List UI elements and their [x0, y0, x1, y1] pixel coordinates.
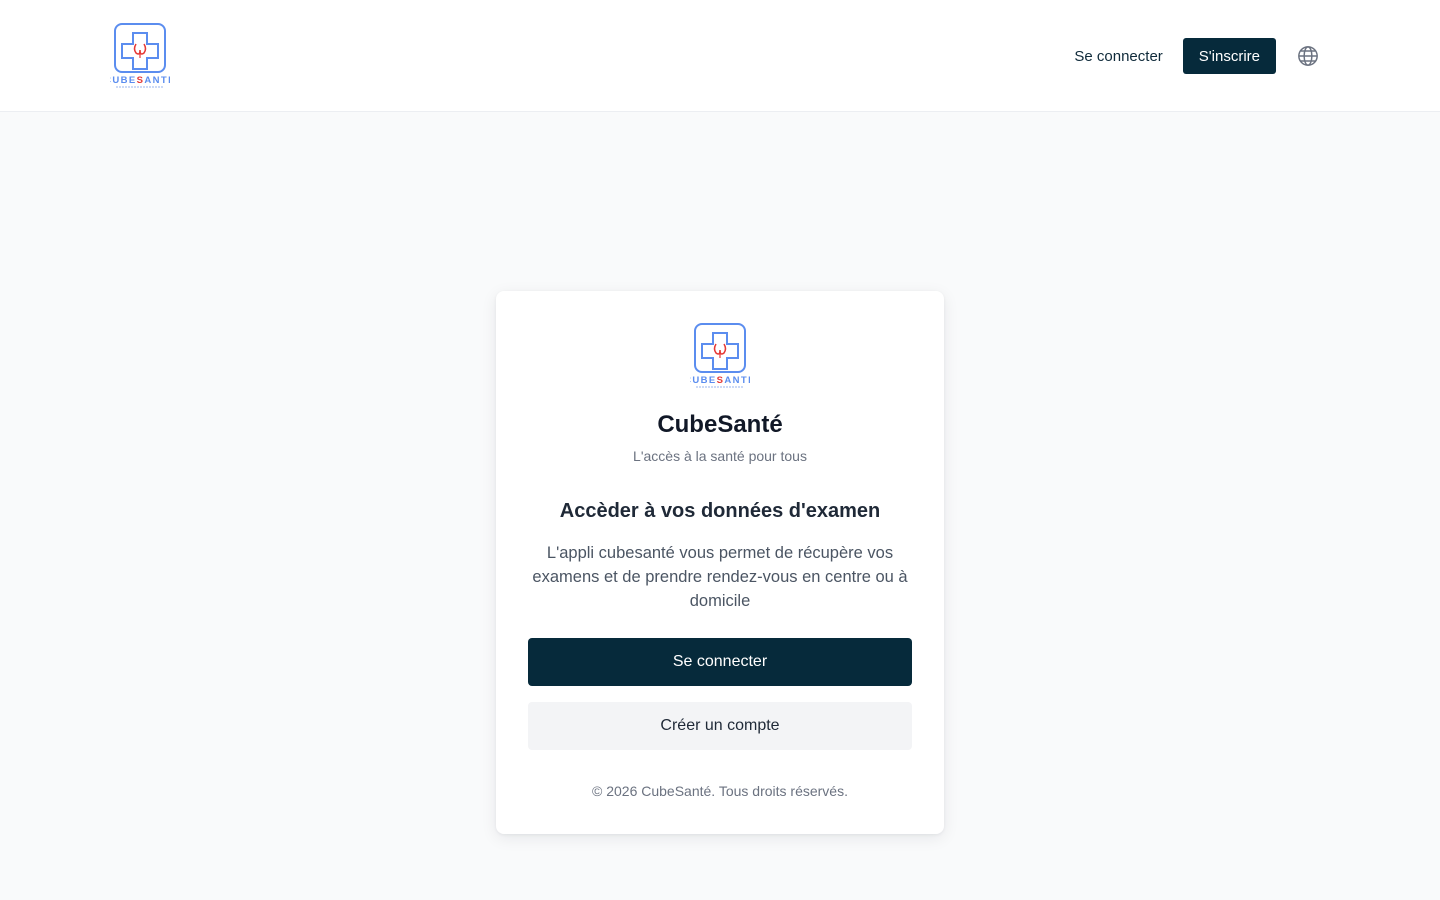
logo-wordmark-part1: CUBE [690, 375, 717, 386]
copyright-footer: © 2026 CubeSanté. Tous droits réservés. [592, 783, 848, 799]
globe-icon[interactable] [1296, 44, 1320, 68]
create-account-button[interactable]: Créer un compte [528, 702, 912, 750]
header-signup-button[interactable]: S'inscrire [1182, 38, 1276, 74]
top-header: CUBESANTÉ Se connecter S'inscrire [0, 0, 1440, 112]
brand-title: CubeSanté [657, 411, 783, 438]
logo-wordmark-part1: CUBE [110, 75, 137, 86]
card-headline: Accèder à vos données d'examen [559, 500, 881, 522]
top-nav: Se connecter S'inscrire [1074, 38, 1320, 74]
svg-text:CUBESANTÉ: CUBESANTÉ [110, 75, 170, 86]
logo-wordmark-mid: S [717, 375, 725, 386]
logo-wordmark-part2: ANTÉ [724, 375, 750, 386]
card-description: L'appli cubesanté vous permet de récupèr… [532, 544, 908, 610]
login-button[interactable]: Se connecter [528, 638, 912, 686]
card-logo: CUBESANTÉ [684, 322, 754, 390]
header-login-link[interactable]: Se connecter [1074, 48, 1162, 65]
logo-wordmark-mid: S [137, 75, 145, 86]
logo-wordmark-part2: ANTÉ [144, 75, 170, 86]
medical-cross-logo-icon: CUBESANTÉ [684, 323, 754, 388]
brand-tagline: L'accès à la santé pour tous [633, 448, 807, 464]
welcome-card: CUBESANTÉ CubeSanté L'accès à la santé p… [496, 291, 944, 834]
header-logo[interactable]: CUBESANTÉ [104, 22, 174, 90]
medical-cross-logo-icon: CUBESANTÉ [104, 23, 174, 88]
svg-text:CUBESANTÉ: CUBESANTÉ [690, 375, 750, 386]
